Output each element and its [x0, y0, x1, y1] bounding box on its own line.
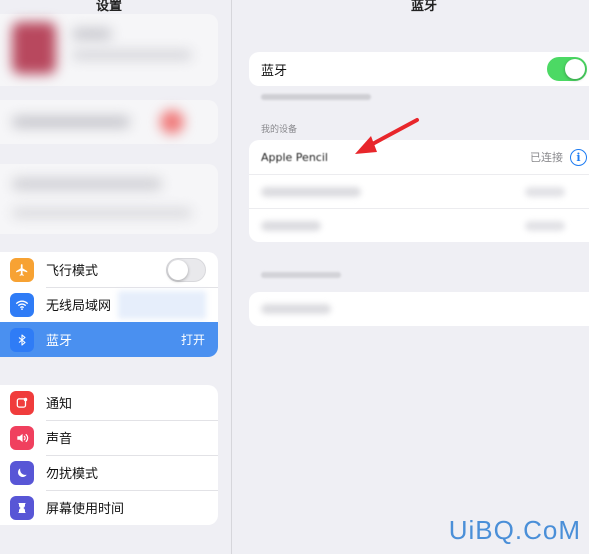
bluetooth-toggle-card: 蓝牙	[249, 52, 589, 86]
other-device-row-blurred[interactable]	[249, 292, 589, 326]
wifi-network-name-blurred	[118, 291, 206, 319]
profile-card-blurred[interactable]	[0, 14, 218, 86]
annotation-arrow	[355, 118, 419, 154]
my-devices-header: 我的设备	[261, 125, 298, 135]
device-name: Apple Pencil	[261, 150, 328, 164]
sidebar-item-label: 飞行模式	[46, 264, 99, 279]
sidebar-item-label: 声音	[46, 432, 73, 447]
settings-sidebar: 设置 飞行模式 无线局域网 蓝牙 打开 通知 声音 勿扰模式 屏幕使用时间	[0, 0, 232, 554]
device-row-blurred[interactable]	[249, 208, 589, 242]
profile-name-blurred	[72, 28, 112, 40]
airplane-icon	[10, 257, 34, 282]
device-name-blurred	[261, 221, 321, 231]
bluetooth-icon	[10, 327, 34, 352]
connectivity-group: 飞行模式 无线局域网 蓝牙 打开	[0, 252, 218, 357]
discoverable-note-blurred	[261, 94, 371, 100]
watermark: UiBQ.CoM	[448, 515, 581, 545]
moon-icon	[10, 460, 34, 485]
info-text-blurred	[12, 178, 162, 190]
badge-icon	[160, 110, 184, 134]
hourglass-icon	[10, 495, 34, 520]
bluetooth-label: 蓝牙	[261, 63, 288, 79]
other-device-name-blurred	[261, 304, 331, 314]
profile-subtitle-blurred	[72, 50, 192, 60]
sidebar-item-bluetooth[interactable]: 蓝牙 打开	[0, 322, 218, 357]
suggestion-text-blurred	[12, 116, 130, 128]
sidebar-item-airplane-mode[interactable]: 飞行模式	[0, 252, 218, 287]
sidebar-item-notifications[interactable]: 通知	[0, 385, 218, 420]
bluetooth-toggle[interactable]	[547, 57, 587, 81]
sidebar-item-sounds[interactable]: 声音	[0, 420, 218, 455]
device-status-blurred	[525, 187, 565, 197]
device-status: 已连接	[530, 151, 563, 164]
notifications-group: 通知 声音 勿扰模式 屏幕使用时间	[0, 385, 218, 525]
info-icon[interactable]: i	[570, 148, 587, 166]
info-text-blurred	[12, 208, 192, 218]
sidebar-item-wifi[interactable]: 无线局域网	[0, 287, 218, 322]
suggestion-card-blurred[interactable]	[0, 100, 218, 144]
other-devices-header-blurred	[261, 272, 341, 278]
sidebar-item-label: 蓝牙	[46, 334, 73, 349]
sidebar-item-do-not-disturb[interactable]: 勿扰模式	[0, 455, 218, 490]
notifications-icon	[10, 390, 34, 415]
bluetooth-row: 蓝牙	[249, 52, 589, 86]
avatar	[12, 22, 56, 74]
sidebar-title: 设置	[96, 0, 123, 14]
bluetooth-detail-pane: 蓝牙 蓝牙 我的设备 Apple Pencil 已连接 i	[233, 0, 589, 554]
bluetooth-status-value: 打开	[180, 333, 205, 347]
airplane-mode-toggle[interactable]	[166, 257, 206, 282]
other-devices-card-blurred	[249, 292, 589, 326]
info-card-blurred[interactable]	[0, 164, 218, 234]
device-name-blurred	[261, 187, 361, 197]
sidebar-item-label: 勿扰模式	[46, 467, 99, 482]
sounds-icon	[10, 425, 34, 450]
sidebar-item-label: 屏幕使用时间	[46, 502, 125, 517]
wifi-icon	[10, 292, 34, 317]
device-status-blurred	[525, 221, 565, 231]
detail-title: 蓝牙	[411, 0, 438, 14]
device-row-blurred[interactable]	[249, 174, 589, 208]
sidebar-item-label: 无线局域网	[46, 299, 112, 314]
sidebar-item-screen-time[interactable]: 屏幕使用时间	[0, 490, 218, 525]
sidebar-item-label: 通知	[46, 397, 73, 412]
